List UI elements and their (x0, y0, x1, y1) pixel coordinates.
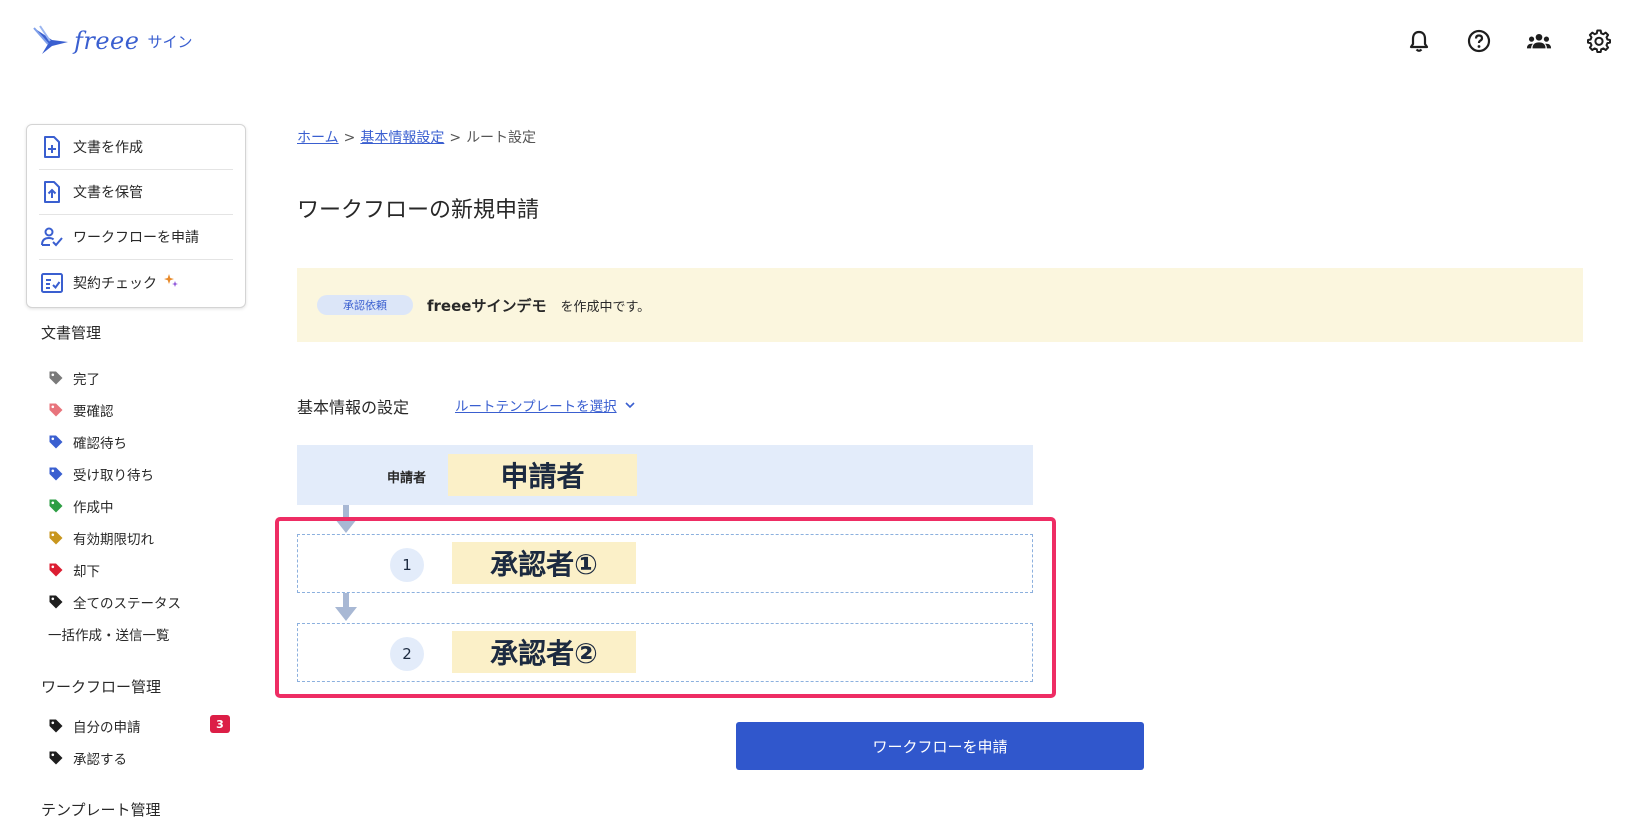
logo-subtitle: サイン (147, 32, 193, 51)
doc-status-label: 受け取り待ち (73, 468, 154, 484)
breadcrumb-basic-settings-link[interactable]: 基本情報設定 (360, 130, 444, 146)
workflow-filter-label: 自分の申請 (73, 720, 141, 736)
doc-status-filter[interactable]: 完了 (48, 368, 100, 388)
applicant-label: 申請者 (387, 471, 427, 486)
tag-icon (48, 718, 73, 734)
breadcrumb-separator: > (449, 130, 462, 146)
tag-icon (48, 466, 73, 482)
contract-check-button[interactable]: 契約チェック (39, 260, 233, 305)
logo-text: freee (74, 27, 140, 55)
quick-action-label: 文書を保管 (73, 185, 143, 201)
store-document-button[interactable]: 文書を保管 (39, 170, 233, 215)
route-template-select-link[interactable]: ルートテンプレートを選択 (455, 395, 635, 415)
tag-icon (48, 750, 73, 766)
workflow-management-heading: ワークフロー管理 (41, 678, 162, 696)
approver-name: 承認者① (452, 542, 636, 584)
gear-icon[interactable] (1586, 28, 1612, 54)
down-arrow-icon (335, 593, 357, 621)
doc-status-filter[interactable]: 要確認 (48, 400, 114, 420)
tag-icon (48, 402, 73, 418)
basic-settings-label: 基本情報の設定 (297, 398, 410, 417)
creating-document-banner: 承認依頼 freeeサインデモ を作成中です。 (297, 268, 1583, 342)
user-check-icon (41, 226, 63, 248)
doc-status-filter[interactable]: 受け取り待ち (48, 464, 154, 484)
workflow-filter[interactable]: 自分の申請 (48, 716, 141, 736)
users-icon[interactable] (1526, 28, 1552, 54)
apply-workflow-button[interactable]: ワークフローを申請 (39, 215, 233, 260)
checklist-icon (41, 272, 63, 294)
template-management-heading: テンプレート管理 (41, 801, 161, 819)
tag-icon (48, 530, 73, 546)
breadcrumb-home-link[interactable]: ホーム (297, 130, 339, 146)
approver-row: 2 承認者② (297, 623, 1033, 682)
banner-status-text: を作成中です。 (560, 299, 651, 315)
workflow-filter-label: 承認する (73, 752, 127, 768)
doc-status-label: 確認待ち (73, 436, 127, 452)
document-plus-icon (41, 136, 63, 158)
breadcrumb-current: ルート設定 (466, 130, 537, 146)
doc-status-filter[interactable]: 全てのステータス (48, 592, 181, 612)
doc-status-label: 完了 (73, 372, 100, 388)
chevron-down-icon (625, 397, 635, 413)
breadcrumb: ホーム > 基本情報設定 > ルート設定 (297, 127, 536, 147)
quick-action-label: 契約チェック (73, 275, 157, 292)
quick-actions-card: 文書を作成 文書を保管 ワークフローを申請 契約チェック (26, 124, 246, 308)
tag-icon (48, 434, 73, 450)
quick-action-label: 文書を作成 (73, 140, 143, 156)
doc-management-heading: 文書管理 (41, 324, 102, 342)
doc-status-label: 却下 (73, 564, 100, 580)
approver-row: 1 承認者① (297, 534, 1033, 593)
tag-icon (48, 498, 73, 514)
applicant-row: 申請者 申請者 (297, 445, 1033, 505)
bell-icon[interactable] (1406, 28, 1432, 54)
approval-request-pill: 承認依頼 (317, 295, 413, 315)
bird-logo-icon (33, 25, 68, 54)
quick-action-label: ワークフローを申請 (73, 230, 199, 246)
header-actions (1406, 28, 1612, 54)
doc-status-label: 全てのステータス (73, 596, 181, 612)
tag-icon (48, 370, 73, 386)
workflow-filter[interactable]: 承認する (48, 748, 127, 768)
doc-status-label: 作成中 (73, 500, 114, 516)
down-arrow-icon (335, 505, 357, 533)
doc-status-label: 要確認 (73, 404, 114, 420)
step-number: 2 (390, 637, 424, 671)
page-title: ワークフローの新規申請 (297, 198, 540, 223)
help-icon[interactable] (1466, 28, 1492, 54)
doc-status-filter[interactable]: 確認待ち (48, 432, 127, 452)
tag-icon (48, 562, 73, 578)
doc-status-filter[interactable]: 有効期限切れ (48, 528, 154, 548)
my-requests-count-badge: 3 (210, 715, 230, 733)
bulk-create-link[interactable]: 一括作成・送信一覧 (48, 624, 170, 644)
doc-status-label: 有効期限切れ (73, 532, 154, 548)
create-document-button[interactable]: 文書を作成 (39, 125, 233, 170)
document-upload-icon (41, 181, 63, 203)
approver-name: 承認者② (452, 631, 636, 673)
step-number: 1 (390, 548, 424, 582)
doc-status-filter[interactable]: 作成中 (48, 496, 114, 516)
banner-document-name: freeeサインデモ (427, 296, 547, 315)
route-template-link-label: ルートテンプレートを選択 (455, 399, 617, 415)
submit-workflow-button[interactable]: ワークフローを申請 (736, 722, 1144, 770)
freee-sign-logo[interactable]: freee サイン (32, 24, 192, 58)
sparkle-icon (163, 273, 179, 293)
doc-status-filter[interactable]: 却下 (48, 560, 100, 580)
applicant-name: 申請者 (448, 454, 637, 496)
tag-icon (48, 594, 73, 610)
breadcrumb-separator: > (343, 130, 356, 146)
